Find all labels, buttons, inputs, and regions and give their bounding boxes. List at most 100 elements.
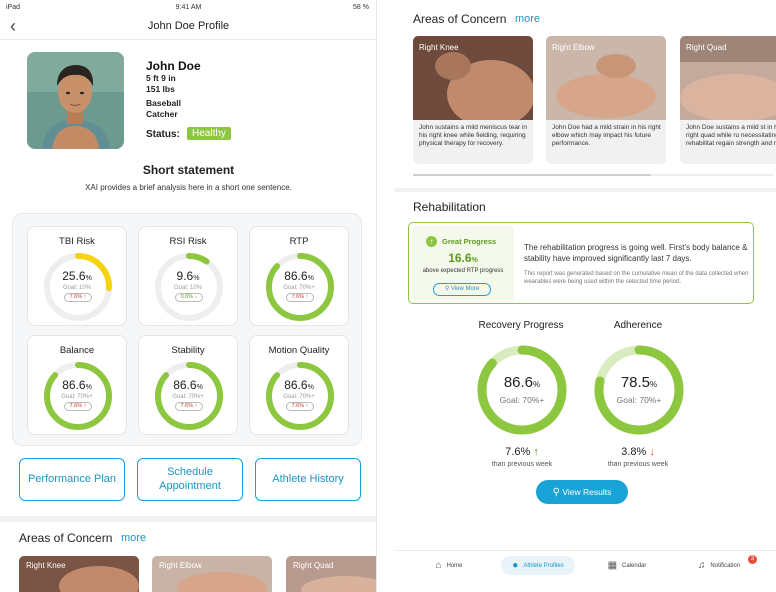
rehabilitation-summary-card: ↑ Great Progress 16.6% above expected RT…: [408, 222, 754, 304]
arrow-up-icon: ↑: [82, 403, 87, 409]
concern-card-right-quad[interactable]: Right Quad John Doe sustains a mild st i…: [680, 36, 776, 164]
metric-change-pill: 7.6% ↑: [286, 293, 314, 302]
great-progress-label: Great Progress: [442, 237, 497, 246]
clock-label: 9:41 AM: [175, 4, 202, 11]
view-more-button[interactable]: ⚲ View More: [433, 283, 491, 296]
metric-card-rsi-risk[interactable]: RSI Risk 9.6% Goal: 10% 0.6% ↓: [138, 226, 238, 326]
tab-notification[interactable]: ♫ Notification: [679, 556, 759, 575]
concern-card-right-elbow[interactable]: Right Elbow John Doe had a mild strain i…: [546, 36, 666, 164]
athlete-weight: 151 lbs: [146, 84, 175, 94]
great-progress-unit: %: [471, 257, 478, 264]
athlete-sport: Baseball: [146, 98, 181, 108]
arrow-up-icon: ↑: [304, 294, 309, 300]
metric-unit: %: [85, 275, 92, 282]
arrow-down-icon: ↓: [193, 294, 198, 300]
divider: [0, 516, 376, 522]
metric-card-rtp[interactable]: RTP 86.6% Goal: 70%+ 7.6% ↑: [249, 226, 349, 326]
metric-goal: Goal: 70%+: [172, 394, 204, 400]
metric-value: 86.6%: [250, 269, 348, 283]
metric-number: 25.6: [62, 269, 86, 283]
concern-thumb-label: Right Quad: [293, 561, 334, 570]
view-results-button[interactable]: ⚲ View Results: [536, 480, 628, 504]
adherence-ring: 78.5% Goal: 70%+: [592, 343, 686, 437]
view-more-label: View More: [450, 286, 480, 292]
metric-number: 86.6: [62, 378, 86, 392]
recovery-progress-unit: %: [533, 380, 541, 389]
metric-card-tbi-risk[interactable]: TBI Risk 25.6% Goal: 10% 7.6% ↑: [27, 226, 127, 326]
athlete-name: John Doe: [146, 59, 201, 73]
metric-goal: Goal: 70%+: [283, 285, 315, 291]
metric-unit: %: [196, 384, 203, 391]
metric-number: 86.6: [173, 378, 197, 392]
adherence-unit: %: [650, 380, 658, 389]
adherence-label: Adherence: [613, 320, 663, 331]
metric-change-pill: 7.6% ↑: [64, 293, 92, 302]
metric-goal: Goal: 10%: [62, 285, 92, 291]
concern-thumb-right-knee[interactable]: Right Knee: [19, 556, 139, 592]
metric-change-pill: 0.6% ↓: [175, 293, 203, 302]
metric-change-pill: 7.6% ↑: [286, 402, 314, 411]
metric-card-motion-quality[interactable]: Motion Quality 86.6% Goal: 70%+ 7.6% ↑: [249, 335, 349, 435]
metric-title: Stability: [171, 345, 205, 356]
calendar-icon: ▦: [607, 560, 618, 571]
schedule-appointment-button[interactable]: Schedule Appointment: [137, 458, 243, 501]
great-progress-subtitle: above expected RTP progress: [422, 268, 504, 274]
metric-value: 25.6%: [28, 269, 126, 283]
divider: [395, 188, 776, 192]
performance-plan-button[interactable]: Performance Plan: [19, 458, 125, 501]
tab-home[interactable]: ⌂ Home: [414, 556, 484, 575]
tab-bar: ⌂ Home ● Athlete Profiles ▦ Calendar ♫ Notif…: [395, 550, 776, 592]
concern-card-description: John sustains a mild meniscus tear in hi…: [419, 124, 528, 148]
metric-change-pill: 7.6% ↑: [175, 402, 203, 411]
adherence-change: 3.8% ↓: [588, 446, 688, 458]
recovery-progress-ring: 86.6% Goal: 70%+: [475, 343, 569, 437]
concern-thumb-right-quad[interactable]: Right Quad: [286, 556, 376, 592]
metric-change-pill: 7.6% ↑: [64, 402, 92, 411]
rehabilitation-title: Rehabilitation: [413, 200, 486, 214]
metric-goal: Goal: 10%: [173, 285, 203, 291]
concern-card-right-knee[interactable]: Right Knee John sustains a mild meniscus…: [413, 36, 533, 164]
tab-calendar[interactable]: ▦ Calendar: [592, 556, 662, 575]
metric-change: 0.6%: [180, 294, 194, 300]
adherence-number: 78.5: [620, 374, 651, 391]
concern-card-label: Right Elbow: [552, 43, 595, 52]
areas-of-concern-more-link[interactable]: more: [121, 532, 146, 544]
notification-badge: 3: [748, 555, 757, 564]
profile-panel: iPad 9:41 AM 58 % ‹ John Doe Profile Joh…: [0, 0, 377, 592]
areas-of-concern-more-link[interactable]: more: [515, 13, 540, 25]
metric-card-stability[interactable]: Stability 86.6% Goal: 70%+ 7.6% ↑: [138, 335, 238, 435]
concern-thumb-right-elbow[interactable]: Right Elbow: [152, 556, 272, 592]
search-icon: ⚲: [444, 286, 450, 292]
arrow-down-icon: ↓: [649, 446, 655, 458]
metric-unit: %: [193, 275, 200, 282]
athlete-history-button[interactable]: Athlete History: [255, 458, 361, 501]
great-progress-number: 16.6: [448, 251, 472, 265]
concern-card-label: Right Quad: [686, 43, 727, 52]
carousel-scrollbar-thumb[interactable]: [413, 174, 651, 176]
arrow-up-icon: ↑: [304, 403, 309, 409]
user-icon: ●: [512, 560, 519, 571]
metric-unit: %: [85, 384, 92, 391]
adherence-change-value: 3.8%: [621, 446, 647, 458]
rehabilitation-text: The rehabilitation progress is going wel…: [524, 243, 748, 263]
battery-label: 58 %: [353, 4, 369, 11]
athlete-position: Catcher: [146, 109, 178, 119]
metric-number: 9.6: [176, 269, 194, 283]
arrow-up-icon: ↑: [82, 294, 87, 300]
recovery-progress-value: 86.6%: [475, 374, 569, 391]
recovery-progress-goal: Goal: 70%+: [499, 395, 545, 405]
metric-value: 86.6%: [139, 378, 237, 392]
athlete-height: 5 ft 9 in: [146, 73, 176, 83]
details-panel: Areas of Concern more Right Knee John su…: [395, 0, 776, 592]
metric-goal: Goal: 70%+: [61, 394, 93, 400]
areas-of-concern-title: Areas of Concern: [413, 12, 507, 26]
status-label: Status:: [146, 129, 180, 140]
tab-athlete-profiles[interactable]: ● Athlete Profiles: [501, 556, 575, 575]
metric-unit: %: [307, 384, 314, 391]
arrow-up-icon: ↑: [426, 236, 437, 247]
great-progress-panel: ↑ Great Progress 16.6% above expected RT…: [412, 226, 514, 300]
metric-change: 7.6%: [69, 294, 83, 300]
metric-card-balance[interactable]: Balance 86.6% Goal: 70%+ 7.6% ↑: [27, 335, 127, 435]
summary-title: Short statement: [142, 163, 235, 177]
great-progress-value: 16.6%: [412, 251, 514, 265]
